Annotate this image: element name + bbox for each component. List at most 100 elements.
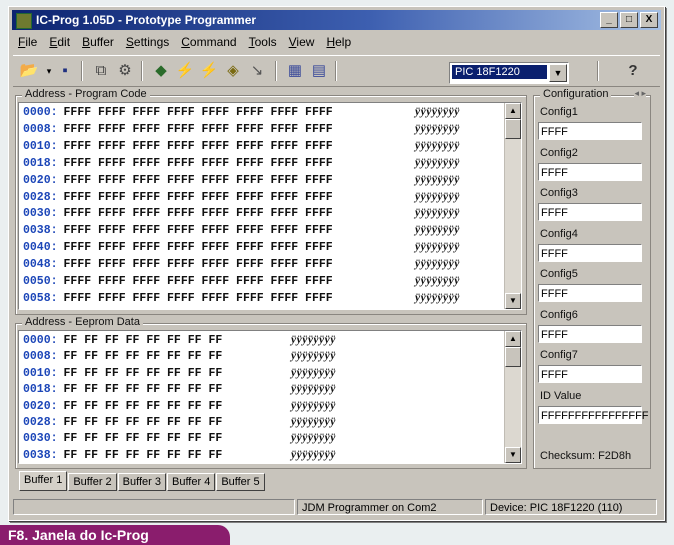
- panel-arrows-icon[interactable]: ◂ ▸: [634, 88, 646, 99]
- table-row[interactable]: 0020: FFFF FFFF FFFF FFFF FFFF FFFF FFFF …: [23, 174, 459, 187]
- scroll-up-button[interactable]: ▲: [505, 331, 521, 347]
- erase-icon[interactable]: ⚡: [199, 62, 219, 80]
- scroll-up-button[interactable]: ▲: [505, 103, 521, 119]
- row-data[interactable]: FF FF FF FF FF FF FF FF: [64, 432, 223, 445]
- row-data[interactable]: FFFF FFFF FFFF FFFF FFFF FFFF FFFF FFFF: [64, 106, 333, 119]
- row-data[interactable]: FFFF FFFF FFFF FFFF FFFF FFFF FFFF FFFF: [64, 258, 333, 271]
- scroll-down-button[interactable]: ▼: [505, 447, 521, 463]
- status-bar: JDM Programmer on Com2 Device: PIC 18F12…: [13, 499, 660, 517]
- scroll-thumb[interactable]: [505, 347, 521, 367]
- row-data[interactable]: FFFF FFFF FFFF FFFF FFFF FFFF FFFF FFFF: [64, 140, 333, 153]
- config-field[interactable]: FFFF: [538, 243, 642, 262]
- open-icon[interactable]: 📂: [19, 62, 39, 80]
- row-address: 0018:: [23, 383, 58, 397]
- table-row[interactable]: 0050: FFFF FFFF FFFF FFFF FFFF FFFF FFFF …: [23, 275, 459, 288]
- table-row[interactable]: 0018: FFFF FFFF FFFF FFFF FFFF FFFF FFFF …: [23, 156, 459, 170]
- tab-buffer-2[interactable]: Buffer 2: [68, 473, 117, 491]
- menu-settings[interactable]: Settings: [121, 33, 176, 51]
- tab-buffer-1[interactable]: Buffer 1: [19, 471, 68, 491]
- row-ascii: ÿÿÿÿÿÿÿÿ: [291, 432, 336, 445]
- blank-check-icon[interactable]: ↘: [247, 62, 267, 80]
- row-data[interactable]: FFFF FFFF FFFF FFFF FFFF FFFF FFFF FFFF: [64, 191, 333, 204]
- eeprom-scrollbar[interactable]: ▲ ▼: [504, 331, 521, 463]
- table-row[interactable]: 0020: FF FF FF FF FF FF FF FF ÿÿÿÿÿÿÿÿ: [23, 400, 335, 413]
- buffer-tabs: Buffer 1 Buffer 2 Buffer 3 Buffer 4 Buff…: [19, 471, 266, 491]
- row-address: 0050:: [23, 275, 58, 288]
- menu-view[interactable]: View: [284, 33, 322, 51]
- view-hex-icon[interactable]: ▤: [309, 62, 329, 80]
- config-field[interactable]: FFFF: [538, 324, 642, 343]
- row-data[interactable]: FFFF FFFF FFFF FFFF FFFF FFFF FFFF FFFF: [64, 123, 333, 136]
- scroll-down-button[interactable]: ▼: [505, 293, 521, 309]
- table-row[interactable]: 0028: FFFF FFFF FFFF FFFF FFFF FFFF FFFF …: [23, 191, 459, 204]
- row-data[interactable]: FFFF FFFF FFFF FFFF FFFF FFFF FFFF FFFF: [64, 174, 333, 187]
- table-row[interactable]: 0038: FF FF FF FF FF FF FF FF ÿÿÿÿÿÿÿÿ: [23, 449, 335, 462]
- menu-command[interactable]: Command: [176, 33, 243, 51]
- table-row[interactable]: 0008: FFFF FFFF FFFF FFFF FFFF FFFF FFFF …: [23, 123, 459, 136]
- menu-file[interactable]: File: [13, 33, 44, 51]
- table-row[interactable]: 0000: FF FF FF FF FF FF FF FF ÿÿÿÿÿÿÿÿ: [23, 334, 335, 347]
- close-button[interactable]: X: [640, 12, 658, 28]
- config-field[interactable]: FFFF: [538, 203, 642, 221]
- maximize-button[interactable]: □: [620, 12, 638, 28]
- row-data[interactable]: FFFF FFFF FFFF FFFF FFFF FFFF FFFF FFFF: [64, 275, 333, 288]
- config-field[interactable]: FFFF: [538, 122, 642, 140]
- program-icon[interactable]: ⚡: [175, 62, 195, 80]
- program-code-view[interactable]: 0000: FFFF FFFF FFFF FFFF FFFF FFFF FFFF …: [18, 102, 522, 310]
- config-field[interactable]: FFFF: [538, 162, 642, 181]
- menu-edit[interactable]: Edit: [44, 33, 77, 51]
- row-ascii: ÿÿÿÿÿÿÿÿ: [415, 122, 460, 135]
- table-row[interactable]: 0010: FFFF FFFF FFFF FFFF FFFF FFFF FFFF …: [23, 140, 459, 153]
- table-row[interactable]: 0010: FF FF FF FF FF FF FF FF ÿÿÿÿÿÿÿÿ: [23, 367, 335, 380]
- scroll-thumb[interactable]: [505, 119, 521, 139]
- menu-tools[interactable]: Tools: [244, 33, 284, 51]
- row-address: 0018:: [23, 156, 58, 170]
- table-row[interactable]: 0018: FF FF FF FF FF FF FF FF ÿÿÿÿÿÿÿÿ: [23, 383, 335, 397]
- row-data[interactable]: FF FF FF FF FF FF FF FF: [64, 350, 223, 363]
- table-row[interactable]: 0038: FFFF FFFF FFFF FFFF FFFF FFFF FFFF …: [23, 224, 459, 237]
- help-icon[interactable]: ?: [623, 62, 643, 80]
- table-row[interactable]: 0000: FFFF FFFF FFFF FFFF FFFF FFFF FFFF …: [23, 106, 459, 119]
- title-bar[interactable]: IC-Prog 1.05D - Prototype Programmer _ □…: [12, 10, 661, 30]
- tab-buffer-4[interactable]: Buffer 4: [166, 473, 216, 491]
- row-data[interactable]: FF FF FF FF FF FF FF FF: [64, 416, 223, 429]
- eeprom-data-view[interactable]: 0000: FF FF FF FF FF FF FF FF ÿÿÿÿÿÿÿÿ 0008…: [18, 330, 522, 464]
- device-select[interactable]: PIC 18F1220 ▼: [449, 62, 569, 84]
- row-address: 0040:: [23, 241, 58, 255]
- row-data[interactable]: FFFF FFFF FFFF FFFF FFFF FFFF FFFF FFFF: [64, 224, 333, 237]
- menu-buffer[interactable]: Buffer: [77, 33, 121, 51]
- row-data[interactable]: FF FF FF FF FF FF FF FF: [64, 334, 223, 347]
- config-field[interactable]: FFFF: [538, 284, 642, 302]
- row-data[interactable]: FF FF FF FF FF FF FF FF: [64, 367, 223, 380]
- row-data[interactable]: FF FF FF FF FF FF FF FF: [64, 383, 223, 396]
- row-ascii: ÿÿÿÿÿÿÿÿ: [415, 224, 460, 237]
- table-row[interactable]: 0058: FFFF FFFF FFFF FFFF FFFF FFFF FFFF …: [23, 292, 459, 305]
- settings-icon[interactable]: ⚙: [115, 62, 135, 80]
- row-data[interactable]: FF FF FF FF FF FF FF FF: [64, 449, 223, 462]
- read-icon[interactable]: ◆: [151, 62, 171, 80]
- config-field[interactable]: FFFF: [538, 365, 642, 383]
- row-data[interactable]: FFFF FFFF FFFF FFFF FFFF FFFF FFFF FFFF: [64, 207, 333, 220]
- program-scrollbar[interactable]: ▲ ▼: [504, 103, 521, 309]
- row-data[interactable]: FFFF FFFF FFFF FFFF FFFF FFFF FFFF FFFF: [64, 241, 333, 254]
- chevron-down-icon[interactable]: ▼: [549, 64, 567, 82]
- row-data[interactable]: FFFF FFFF FFFF FFFF FFFF FFFF FFFF FFFF: [64, 157, 333, 170]
- menu-help[interactable]: Help: [321, 33, 358, 51]
- table-row[interactable]: 0030: FFFF FFFF FFFF FFFF FFFF FFFF FFFF …: [23, 207, 459, 220]
- minimize-button[interactable]: _: [600, 12, 618, 28]
- row-data[interactable]: FFFF FFFF FFFF FFFF FFFF FFFF FFFF FFFF: [64, 292, 333, 305]
- chip-icon[interactable]: ⧉: [91, 62, 111, 80]
- table-row[interactable]: 0008: FF FF FF FF FF FF FF FF ÿÿÿÿÿÿÿÿ: [23, 350, 335, 363]
- row-data[interactable]: FF FF FF FF FF FF FF FF: [64, 400, 223, 413]
- table-row[interactable]: 0040: FFFF FFFF FFFF FFFF FFFF FFFF FFFF …: [23, 241, 459, 255]
- device-select-value: PIC 18F1220: [452, 65, 547, 79]
- table-row[interactable]: 0030: FF FF FF FF FF FF FF FF ÿÿÿÿÿÿÿÿ: [23, 432, 335, 445]
- table-row[interactable]: 0048: FFFF FFFF FFFF FFFF FFFF FFFF FFFF …: [23, 258, 459, 271]
- tab-buffer-5[interactable]: Buffer 5: [216, 473, 265, 491]
- table-row[interactable]: 0028: FF FF FF FF FF FF FF FF ÿÿÿÿÿÿÿÿ: [23, 416, 335, 429]
- config-field[interactable]: FFFFFFFFFFFFFFFF: [538, 405, 649, 424]
- view-asm-icon[interactable]: ▦: [285, 62, 305, 80]
- tab-buffer-3[interactable]: Buffer 3: [117, 473, 166, 491]
- verify-icon[interactable]: ◈: [223, 62, 243, 80]
- save-icon[interactable]: ▪: [55, 62, 75, 80]
